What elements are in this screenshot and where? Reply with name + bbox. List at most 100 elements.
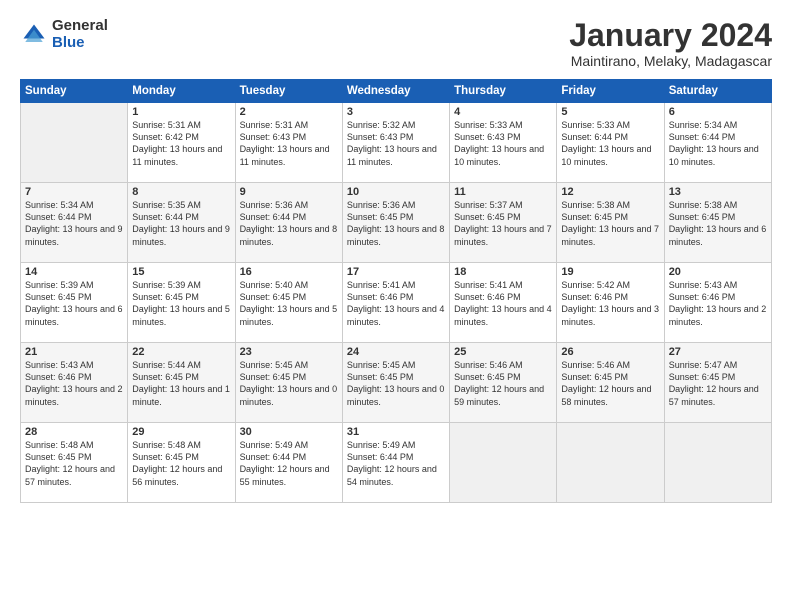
day-number: 25 <box>454 346 552 358</box>
calendar-cell: 18 Sunrise: 5:41 AMSunset: 6:46 PMDaylig… <box>450 263 557 343</box>
day-number: 28 <box>25 426 123 438</box>
day-number: 2 <box>240 106 338 118</box>
calendar-cell: 30 Sunrise: 5:49 AMSunset: 6:44 PMDaylig… <box>235 423 342 503</box>
col-sunday: Sunday <box>21 80 128 103</box>
page: General Blue January 2024 Maintirano, Me… <box>0 0 792 513</box>
cell-info: Sunrise: 5:49 AMSunset: 6:44 PMDaylight:… <box>347 439 445 488</box>
calendar-cell <box>664 423 771 503</box>
col-thursday: Thursday <box>450 80 557 103</box>
calendar-cell: 19 Sunrise: 5:42 AMSunset: 6:46 PMDaylig… <box>557 263 664 343</box>
calendar-cell: 23 Sunrise: 5:45 AMSunset: 6:45 PMDaylig… <box>235 343 342 423</box>
calendar-cell: 22 Sunrise: 5:44 AMSunset: 6:45 PMDaylig… <box>128 343 235 423</box>
day-number: 16 <box>240 266 338 278</box>
cell-info: Sunrise: 5:38 AMSunset: 6:45 PMDaylight:… <box>669 199 767 248</box>
calendar-cell: 9 Sunrise: 5:36 AMSunset: 6:44 PMDayligh… <box>235 183 342 263</box>
day-number: 10 <box>347 186 445 198</box>
calendar-cell: 12 Sunrise: 5:38 AMSunset: 6:45 PMDaylig… <box>557 183 664 263</box>
day-number: 22 <box>132 346 230 358</box>
calendar-cell: 28 Sunrise: 5:48 AMSunset: 6:45 PMDaylig… <box>21 423 128 503</box>
cell-info: Sunrise: 5:33 AMSunset: 6:44 PMDaylight:… <box>561 119 659 168</box>
cell-info: Sunrise: 5:46 AMSunset: 6:45 PMDaylight:… <box>454 359 552 408</box>
calendar-cell: 31 Sunrise: 5:49 AMSunset: 6:44 PMDaylig… <box>342 423 449 503</box>
calendar-cell: 25 Sunrise: 5:46 AMSunset: 6:45 PMDaylig… <box>450 343 557 423</box>
cell-info: Sunrise: 5:39 AMSunset: 6:45 PMDaylight:… <box>25 279 123 328</box>
day-number: 14 <box>25 266 123 278</box>
cell-info: Sunrise: 5:31 AMSunset: 6:43 PMDaylight:… <box>240 119 338 168</box>
calendar-cell: 2 Sunrise: 5:31 AMSunset: 6:43 PMDayligh… <box>235 103 342 183</box>
day-number: 17 <box>347 266 445 278</box>
cell-info: Sunrise: 5:45 AMSunset: 6:45 PMDaylight:… <box>347 359 445 408</box>
cell-info: Sunrise: 5:49 AMSunset: 6:44 PMDaylight:… <box>240 439 338 488</box>
calendar-week-2: 7 Sunrise: 5:34 AMSunset: 6:44 PMDayligh… <box>21 183 772 263</box>
calendar-cell: 29 Sunrise: 5:48 AMSunset: 6:45 PMDaylig… <box>128 423 235 503</box>
day-number: 4 <box>454 106 552 118</box>
logo-blue-text: Blue <box>52 35 108 52</box>
calendar-cell: 5 Sunrise: 5:33 AMSunset: 6:44 PMDayligh… <box>557 103 664 183</box>
calendar-cell: 15 Sunrise: 5:39 AMSunset: 6:45 PMDaylig… <box>128 263 235 343</box>
cell-info: Sunrise: 5:42 AMSunset: 6:46 PMDaylight:… <box>561 279 659 328</box>
cell-info: Sunrise: 5:32 AMSunset: 6:43 PMDaylight:… <box>347 119 445 168</box>
cell-info: Sunrise: 5:38 AMSunset: 6:45 PMDaylight:… <box>561 199 659 248</box>
day-number: 15 <box>132 266 230 278</box>
header: General Blue January 2024 Maintirano, Me… <box>20 18 772 69</box>
calendar-cell: 24 Sunrise: 5:45 AMSunset: 6:45 PMDaylig… <box>342 343 449 423</box>
header-row: Sunday Monday Tuesday Wednesday Thursday… <box>21 80 772 103</box>
cell-info: Sunrise: 5:43 AMSunset: 6:46 PMDaylight:… <box>669 279 767 328</box>
col-friday: Friday <box>557 80 664 103</box>
day-number: 5 <box>561 106 659 118</box>
calendar-cell: 10 Sunrise: 5:36 AMSunset: 6:45 PMDaylig… <box>342 183 449 263</box>
calendar-subtitle: Maintirano, Melaky, Madagascar <box>569 53 772 69</box>
calendar-cell: 26 Sunrise: 5:46 AMSunset: 6:45 PMDaylig… <box>557 343 664 423</box>
day-number: 30 <box>240 426 338 438</box>
calendar-cell: 14 Sunrise: 5:39 AMSunset: 6:45 PMDaylig… <box>21 263 128 343</box>
calendar-week-4: 21 Sunrise: 5:43 AMSunset: 6:46 PMDaylig… <box>21 343 772 423</box>
day-number: 27 <box>669 346 767 358</box>
day-number: 8 <box>132 186 230 198</box>
day-number: 7 <box>25 186 123 198</box>
cell-info: Sunrise: 5:37 AMSunset: 6:45 PMDaylight:… <box>454 199 552 248</box>
calendar-cell: 17 Sunrise: 5:41 AMSunset: 6:46 PMDaylig… <box>342 263 449 343</box>
cell-info: Sunrise: 5:36 AMSunset: 6:45 PMDaylight:… <box>347 199 445 248</box>
day-number: 6 <box>669 106 767 118</box>
day-number: 20 <box>669 266 767 278</box>
calendar-cell: 6 Sunrise: 5:34 AMSunset: 6:44 PMDayligh… <box>664 103 771 183</box>
day-number: 18 <box>454 266 552 278</box>
logo-icon <box>20 21 48 49</box>
day-number: 13 <box>669 186 767 198</box>
day-number: 21 <box>25 346 123 358</box>
calendar-cell: 8 Sunrise: 5:35 AMSunset: 6:44 PMDayligh… <box>128 183 235 263</box>
cell-info: Sunrise: 5:39 AMSunset: 6:45 PMDaylight:… <box>132 279 230 328</box>
calendar-cell <box>450 423 557 503</box>
day-number: 1 <box>132 106 230 118</box>
day-number: 11 <box>454 186 552 198</box>
calendar-cell: 21 Sunrise: 5:43 AMSunset: 6:46 PMDaylig… <box>21 343 128 423</box>
calendar-cell: 13 Sunrise: 5:38 AMSunset: 6:45 PMDaylig… <box>664 183 771 263</box>
cell-info: Sunrise: 5:47 AMSunset: 6:45 PMDaylight:… <box>669 359 767 408</box>
calendar-week-3: 14 Sunrise: 5:39 AMSunset: 6:45 PMDaylig… <box>21 263 772 343</box>
cell-info: Sunrise: 5:33 AMSunset: 6:43 PMDaylight:… <box>454 119 552 168</box>
day-number: 31 <box>347 426 445 438</box>
calendar-cell: 4 Sunrise: 5:33 AMSunset: 6:43 PMDayligh… <box>450 103 557 183</box>
col-saturday: Saturday <box>664 80 771 103</box>
cell-info: Sunrise: 5:41 AMSunset: 6:46 PMDaylight:… <box>454 279 552 328</box>
day-number: 24 <box>347 346 445 358</box>
calendar-week-5: 28 Sunrise: 5:48 AMSunset: 6:45 PMDaylig… <box>21 423 772 503</box>
cell-info: Sunrise: 5:35 AMSunset: 6:44 PMDaylight:… <box>132 199 230 248</box>
calendar-table: Sunday Monday Tuesday Wednesday Thursday… <box>20 79 772 503</box>
cell-info: Sunrise: 5:43 AMSunset: 6:46 PMDaylight:… <box>25 359 123 408</box>
day-number: 3 <box>347 106 445 118</box>
calendar-title: January 2024 <box>569 18 772 53</box>
calendar-cell: 16 Sunrise: 5:40 AMSunset: 6:45 PMDaylig… <box>235 263 342 343</box>
cell-info: Sunrise: 5:40 AMSunset: 6:45 PMDaylight:… <box>240 279 338 328</box>
calendar-cell: 1 Sunrise: 5:31 AMSunset: 6:42 PMDayligh… <box>128 103 235 183</box>
cell-info: Sunrise: 5:45 AMSunset: 6:45 PMDaylight:… <box>240 359 338 408</box>
calendar-cell: 20 Sunrise: 5:43 AMSunset: 6:46 PMDaylig… <box>664 263 771 343</box>
calendar-cell: 7 Sunrise: 5:34 AMSunset: 6:44 PMDayligh… <box>21 183 128 263</box>
col-wednesday: Wednesday <box>342 80 449 103</box>
cell-info: Sunrise: 5:44 AMSunset: 6:45 PMDaylight:… <box>132 359 230 408</box>
calendar-cell <box>557 423 664 503</box>
day-number: 19 <box>561 266 659 278</box>
day-number: 29 <box>132 426 230 438</box>
title-block: January 2024 Maintirano, Melaky, Madagas… <box>569 18 772 69</box>
calendar-cell: 11 Sunrise: 5:37 AMSunset: 6:45 PMDaylig… <box>450 183 557 263</box>
